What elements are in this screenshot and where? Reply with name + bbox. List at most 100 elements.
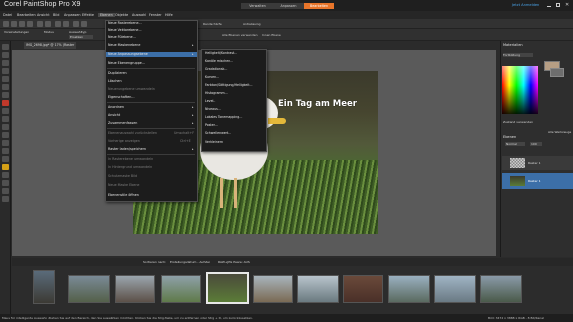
- menu-item-convert-to-raster[interactable]: In Rasterebene umwandeln: [108, 157, 153, 161]
- airbrush-icon[interactable]: [2, 140, 9, 146]
- new-icon[interactable]: [3, 21, 9, 27]
- tab-edit[interactable]: Bearbeiten: [304, 3, 334, 9]
- paint-brush-icon[interactable]: [2, 132, 9, 138]
- menu-item-load-save-raster[interactable]: Raster laden/speichern: [108, 147, 146, 151]
- submenu-item-brightness-contrast[interactable]: Helligkeit/Kontrast...: [205, 51, 237, 55]
- document-tab[interactable]: IMG_2698.jpg* @ 17% (Raster 1): [24, 42, 76, 54]
- eraser-icon[interactable]: [2, 156, 9, 162]
- crop-tool-icon[interactable]: [2, 76, 9, 82]
- thumbnail[interactable]: [33, 270, 55, 304]
- close-icon[interactable]: ✕: [565, 2, 569, 8]
- thumbnail[interactable]: [115, 275, 155, 303]
- thumbnail-selected[interactable]: [206, 272, 249, 304]
- submenu-item-hue-saturation[interactable]: Farbton/Sättigung/Helligkeit...: [205, 83, 253, 87]
- rotate-icon[interactable]: [81, 21, 87, 27]
- menu-effects[interactable]: Effekte: [82, 13, 94, 17]
- blend-mode-select[interactable]: Normal: [505, 142, 525, 146]
- makeover-icon[interactable]: [2, 108, 9, 114]
- scratch-remover-icon[interactable]: [2, 124, 9, 130]
- submenu-item-levels[interactable]: Niveaus...: [205, 107, 221, 111]
- menu-item-new-mask[interactable]: Neue Maske Ebene: [108, 183, 139, 187]
- thumbnail[interactable]: [343, 275, 383, 303]
- thumbnail[interactable]: [480, 275, 522, 303]
- menu-item-new-adjustment-layer[interactable]: Neue Anpassungsebene: [108, 52, 148, 56]
- lighten-icon[interactable]: [2, 148, 9, 154]
- submenu-item-level[interactable]: Level..: [205, 99, 215, 103]
- menu-item-duplicate[interactable]: Duplizieren: [108, 71, 127, 75]
- menu-item-show-previous[interactable]: Vorherige anzeigen: [108, 139, 140, 143]
- text-icon[interactable]: [2, 172, 9, 178]
- background-swatch[interactable]: [550, 68, 564, 77]
- red-eye-icon[interactable]: [2, 100, 9, 106]
- menu-adjust[interactable]: Anpassen: [64, 13, 80, 17]
- menu-objects[interactable]: Objekte: [115, 13, 128, 17]
- submenu-item-curves[interactable]: Kurven...: [205, 75, 219, 79]
- resize-icon[interactable]: [63, 21, 69, 27]
- shape-icon[interactable]: [2, 180, 9, 186]
- perspective-icon[interactable]: [2, 92, 9, 98]
- selection-tool-icon[interactable]: [2, 60, 9, 66]
- eyedropper-icon[interactable]: [2, 68, 9, 74]
- login-link[interactable]: Jetzt Anmelden: [512, 3, 539, 7]
- menu-item-new-vector-layer[interactable]: Neue Vektorebene...: [108, 28, 142, 32]
- menu-help[interactable]: Hilfe: [165, 13, 173, 17]
- fill-icon[interactable]: [2, 164, 9, 170]
- palette-select[interactable]: Fortbildung: [503, 53, 533, 57]
- pick-tool-icon[interactable]: [2, 52, 9, 58]
- submenu-item-channel-mixer[interactable]: Kanäle mischen...: [205, 59, 233, 63]
- print-icon[interactable]: [27, 21, 33, 27]
- clone-icon[interactable]: [2, 116, 9, 122]
- menu-item-arrange[interactable]: Anordnen: [108, 105, 124, 109]
- warp-icon[interactable]: [2, 196, 9, 202]
- menu-layers[interactable]: Ebenen: [98, 12, 115, 17]
- thumbnail[interactable]: [434, 275, 476, 303]
- submenu-item-gradation[interactable]: Gradationsk...: [205, 67, 227, 71]
- menu-item-reset-selection[interactable]: Ebenenauswahl zurückstellen: [108, 131, 157, 135]
- thumbnail[interactable]: [297, 275, 339, 303]
- menu-item-new-mask-layer[interactable]: Neue Maskenebene: [108, 43, 140, 47]
- menu-item-convert-layer[interactable]: Neuerungebene umwandeln: [108, 87, 155, 91]
- undo-icon[interactable]: [37, 21, 43, 27]
- thumbnail[interactable]: [68, 275, 110, 303]
- raw-filter-select[interactable]: RAW+JPG Paare: AUS: [218, 260, 250, 264]
- minimize-icon[interactable]: [547, 3, 551, 7]
- zoom-icon[interactable]: [73, 21, 79, 27]
- submenu-item-poster[interactable]: Poster...: [205, 123, 218, 127]
- all-tools-label[interactable]: Alle Werkzeuge: [548, 130, 571, 134]
- redo-icon[interactable]: [45, 21, 51, 27]
- photo-overlay-text[interactable]: Ein Tag am Meer: [278, 99, 357, 109]
- menu-item-new-layer-group[interactable]: Neue Ebenengruppe...: [108, 61, 145, 65]
- tab-manage[interactable]: Verwalten: [241, 3, 274, 9]
- menu-item-layer-styles[interactable]: Ebenenstile öffnen: [108, 193, 139, 197]
- menu-item-delete[interactable]: Löschen: [108, 79, 122, 83]
- menu-item-new-raster-layer[interactable]: Neue Rasterebene...: [108, 21, 142, 25]
- pan-tool-icon[interactable]: [2, 44, 9, 50]
- submenu-item-histogram[interactable]: Histogramm...: [205, 91, 228, 95]
- tab-adjust[interactable]: Anpassen: [273, 3, 304, 9]
- save-icon[interactable]: [19, 21, 25, 27]
- menu-edit[interactable]: Bearbeiten: [17, 13, 36, 17]
- menu-selection[interactable]: Auswahl: [132, 13, 146, 17]
- straighten-icon[interactable]: [2, 84, 9, 90]
- sort-select[interactable]: Erstellungsdatum - Aufstei: [170, 260, 210, 264]
- menu-item-view[interactable]: Ansicht: [108, 113, 120, 117]
- pen-icon[interactable]: [2, 188, 9, 194]
- thumbnail[interactable]: [253, 275, 293, 303]
- menu-item-properties[interactable]: Eigenschaften...: [108, 95, 135, 99]
- mode-select[interactable]: Ersetzen: [69, 35, 93, 39]
- crop-icon[interactable]: [55, 21, 61, 27]
- maximize-icon[interactable]: [556, 3, 560, 7]
- thumbnail[interactable]: [388, 275, 430, 303]
- menu-item-convert-to-background[interactable]: In Hintergrund umwandeln: [108, 165, 152, 169]
- submenu-item-local-tonemapping[interactable]: Lokales Tonemapping...: [205, 115, 242, 119]
- menu-item-new-fill-layer[interactable]: Neue Fülebene...: [108, 35, 136, 39]
- menu-image[interactable]: Bild: [53, 13, 59, 17]
- opacity-field[interactable]: 100: [530, 142, 542, 146]
- open-icon[interactable]: [11, 21, 17, 27]
- menu-item-merge[interactable]: Zusammenfassen: [108, 121, 137, 125]
- menu-item-protect-mask[interactable]: Schutzmaske Bild: [108, 174, 137, 178]
- thumbnail[interactable]: [161, 275, 201, 303]
- menu-view[interactable]: Ansicht: [37, 13, 50, 17]
- submenu-item-threshold[interactable]: Schwellenwert...: [205, 131, 231, 135]
- menu-file[interactable]: Datei: [3, 13, 12, 17]
